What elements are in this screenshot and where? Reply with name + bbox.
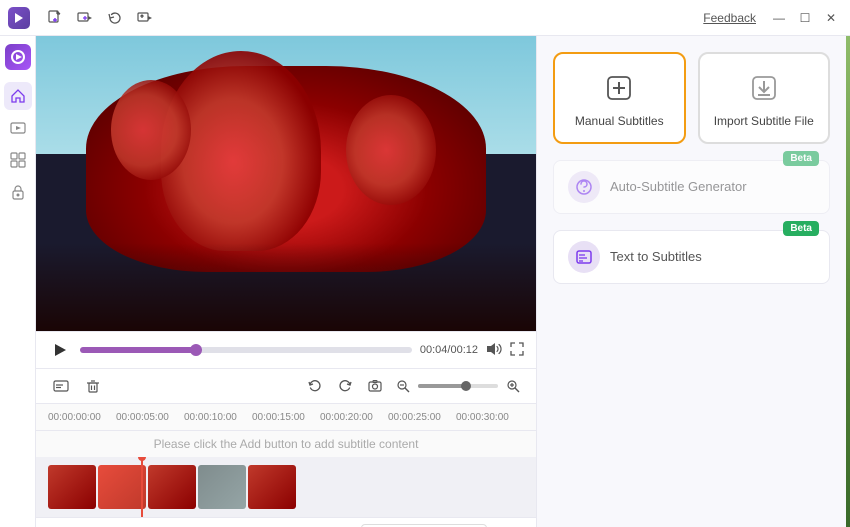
sidebar-item-media[interactable] (4, 114, 32, 142)
auto-subtitle-icon (568, 171, 600, 203)
video-controls: 00:04/00:12 (36, 331, 536, 368)
play-button[interactable] (48, 338, 72, 362)
progress-thumb (190, 344, 202, 356)
timeline-mark-5: 00:00:25:00 (388, 412, 456, 423)
import-subtitle-icon (746, 70, 782, 106)
volume-icon[interactable] (486, 342, 502, 359)
title-bar-right: Feedback — ☐ ✕ (703, 7, 842, 29)
option-cards-row: Manual Subtitles Import Subtitle File (553, 52, 830, 144)
maximize-button[interactable]: ☐ (794, 7, 816, 29)
timeline-track[interactable] (36, 457, 536, 517)
balloon-right (346, 95, 436, 205)
video-thumb-2 (98, 465, 146, 509)
zoom-in-button[interactable] (502, 375, 524, 397)
auto-subtitle-label: Auto-Subtitle Generator (610, 179, 747, 194)
timeline-mark-0: 00:00:00:00 (48, 412, 116, 423)
video-thumb-3 (148, 465, 196, 509)
zoom-slider[interactable] (418, 384, 498, 388)
subtitle-tool-button[interactable] (48, 373, 74, 399)
toolbar-icons (42, 5, 158, 31)
right-panel: Manual Subtitles Import Subtitle File (536, 36, 846, 527)
text-to-subtitles-icon (568, 241, 600, 273)
bottom-bar: Subtitle List: No subtitle (36, 517, 536, 527)
sidebar (0, 36, 36, 527)
text-to-subtitles-beta-badge: Beta (783, 221, 819, 236)
auto-subtitle-beta-badge: Beta (783, 151, 819, 166)
minimize-button[interactable]: — (768, 7, 790, 29)
progress-bar[interactable] (80, 347, 412, 353)
sidebar-item-lock[interactable] (4, 178, 32, 206)
time-display: 00:04/00:12 (420, 344, 478, 356)
timeline-mark-4: 00:00:20:00 (320, 412, 388, 423)
timeline-mark-6: 00:00:30:00 (456, 412, 524, 423)
video-thumb-4 (198, 465, 246, 509)
edit-toolbar-left (48, 373, 106, 399)
right-edge-thumbnail (846, 36, 850, 527)
balloon-left (111, 80, 191, 180)
video-shadow (36, 243, 536, 332)
timeline-playhead (141, 457, 143, 517)
add-media-icon[interactable] (72, 5, 98, 31)
top-section: 00:04/00:12 (36, 36, 850, 527)
timeline-mark-2: 00:00:10:00 (184, 412, 252, 423)
app-icon (8, 7, 30, 29)
sidebar-logo (5, 44, 31, 70)
close-button[interactable]: ✕ (820, 7, 842, 29)
import-subtitle-card[interactable]: Import Subtitle File (698, 52, 831, 144)
undo-button[interactable] (302, 373, 328, 399)
video-thumb-1 (48, 465, 96, 509)
new-file-icon[interactable] (42, 5, 68, 31)
text-to-subtitles-option[interactable]: Beta Text to Subtitles (553, 230, 830, 284)
video-section: 00:04/00:12 (36, 36, 536, 527)
screenshot-button[interactable] (362, 373, 388, 399)
export-media-icon[interactable] (132, 5, 158, 31)
zoom-slider-thumb (461, 381, 471, 391)
zoom-out-button[interactable] (392, 375, 414, 397)
title-bar: Feedback — ☐ ✕ (0, 0, 850, 36)
video-player (36, 36, 536, 331)
refresh-icon[interactable] (102, 5, 128, 31)
fullscreen-button[interactable] (510, 342, 524, 359)
timeline-mark-1: 00:00:05:00 (116, 412, 184, 423)
zoom-slider-fill (418, 384, 466, 388)
manual-subtitles-card[interactable]: Manual Subtitles (553, 52, 686, 144)
add-subtitle-hint: Please click the Add button to add subti… (36, 431, 536, 457)
progress-fill (80, 347, 196, 353)
timeline-marks: 00:00:00:00 00:00:05:00 00:00:10:00 00:0… (48, 412, 524, 423)
delete-tool-button[interactable] (80, 373, 106, 399)
title-bar-left (8, 5, 158, 31)
timeline-ruler: 00:00:00:00 00:00:05:00 00:00:10:00 00:0… (36, 403, 536, 431)
editor-area: 00:04/00:12 (36, 36, 850, 527)
import-subtitle-label: Import Subtitle File (714, 114, 814, 130)
timeline-section: 00:00:00:00 00:00:05:00 00:00:10:00 00:0… (36, 403, 536, 517)
manual-subtitles-label: Manual Subtitles (575, 114, 664, 130)
feedback-link[interactable]: Feedback (703, 11, 756, 25)
redo-button[interactable] (332, 373, 358, 399)
video-strip (36, 457, 308, 517)
edit-toolbar-right (302, 373, 524, 399)
edit-toolbar (36, 368, 536, 403)
auto-subtitle-option[interactable]: Beta Auto-Subtitle Generator (553, 160, 830, 214)
sidebar-item-home[interactable] (4, 82, 32, 110)
timeline-mark-3: 00:00:15:00 (252, 412, 320, 423)
main-content: 00:04/00:12 (0, 36, 850, 527)
video-thumb-5 (248, 465, 296, 509)
text-to-subtitles-label: Text to Subtitles (610, 249, 702, 264)
manual-subtitles-icon (601, 70, 637, 106)
sidebar-item-effects[interactable] (4, 146, 32, 174)
